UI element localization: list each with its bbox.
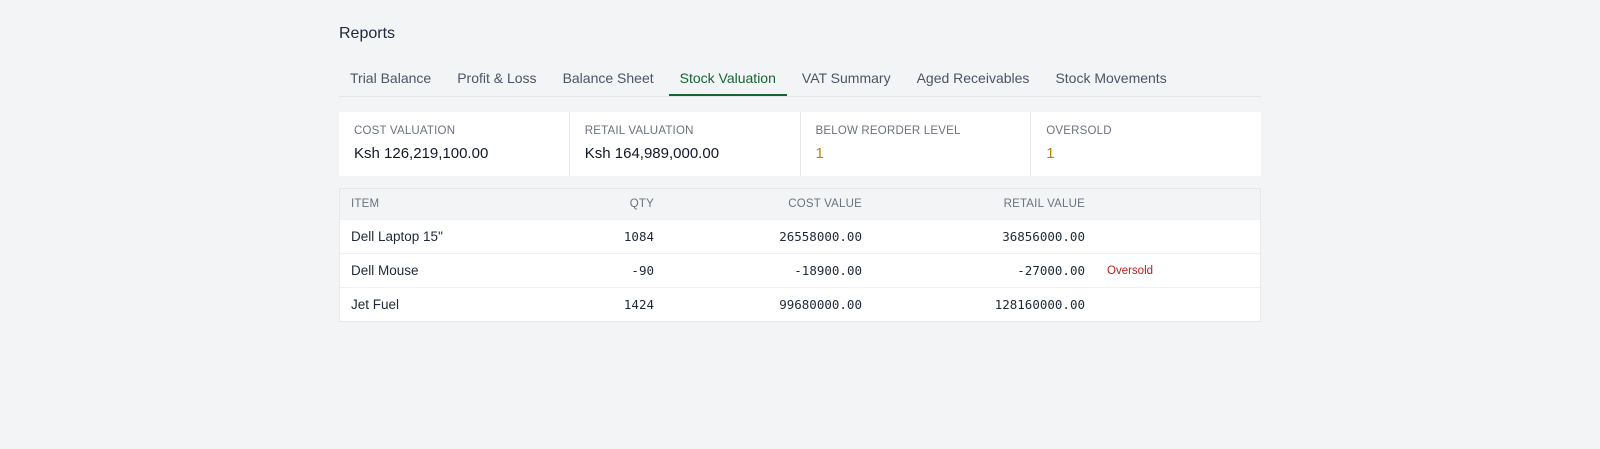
tab-vat-summary[interactable]: VAT Summary <box>791 60 902 96</box>
table-header-row: ITEM QTY COST VALUE RETAIL VALUE <box>340 189 1260 220</box>
tab-stock-movements[interactable]: Stock Movements <box>1044 60 1177 96</box>
report-tabs: Trial Balance Profit & Loss Balance Shee… <box>339 60 1261 97</box>
card-value: Ksh 164,989,000.00 <box>584 145 720 162</box>
cell-retail: 128160000.00 <box>873 287 1096 321</box>
retail-valuation-card: RETAIL VALUATION Ksh 164,989,000.00 <box>570 112 801 176</box>
status-badge <box>1096 219 1260 254</box>
card-label: OVERSOLD <box>1046 125 1112 137</box>
oversold-card: OVERSOLD 1 <box>1031 112 1261 176</box>
card-label: BELOW REORDER LEVEL <box>815 125 961 137</box>
col-header-status <box>1096 189 1260 220</box>
card-value: Ksh 126,219,100.00 <box>354 145 489 162</box>
tab-profit-loss[interactable]: Profit & Loss <box>446 60 547 96</box>
summary-cards: COST VALUATION Ksh 126,219,100.00 RETAIL… <box>339 112 1261 176</box>
col-header-cost: COST VALUE <box>665 189 873 220</box>
tab-trial-balance[interactable]: Trial Balance <box>339 60 442 96</box>
table-row[interactable]: Dell Mouse -90 -18900.00 -27000.00 Overs… <box>340 253 1260 288</box>
cell-item: Dell Mouse <box>340 253 565 288</box>
card-value: 1 <box>815 145 824 162</box>
card-label: RETAIL VALUATION <box>584 125 694 137</box>
cell-item: Jet Fuel <box>340 287 565 321</box>
status-badge: Oversold <box>1096 253 1260 288</box>
col-header-qty: QTY <box>565 189 665 220</box>
card-label: COST VALUATION <box>354 125 456 137</box>
card-value: 1 <box>1046 145 1055 162</box>
cell-cost: 26558000.00 <box>665 219 873 254</box>
col-header-retail: RETAIL VALUE <box>873 189 1096 220</box>
table-row[interactable]: Dell Laptop 15" 1084 26558000.00 3685600… <box>340 219 1260 254</box>
tab-aged-receivables[interactable]: Aged Receivables <box>906 60 1041 96</box>
cost-valuation-card: COST VALUATION Ksh 126,219,100.00 <box>339 112 570 176</box>
status-badge <box>1096 287 1260 321</box>
cell-retail: -27000.00 <box>873 253 1096 288</box>
page-title: Reports <box>339 25 396 42</box>
col-header-item: ITEM <box>340 189 565 220</box>
stock-table: ITEM QTY COST VALUE RETAIL VALUE Dell La… <box>339 188 1261 322</box>
tab-stock-valuation[interactable]: Stock Valuation <box>668 60 787 96</box>
cell-qty: 1084 <box>565 219 665 254</box>
below-reorder-card: BELOW REORDER LEVEL 1 <box>801 112 1032 176</box>
cell-cost: 99680000.00 <box>665 287 873 321</box>
cell-retail: 36856000.00 <box>873 219 1096 254</box>
cell-cost: -18900.00 <box>665 253 873 288</box>
cell-qty: -90 <box>565 253 665 288</box>
tab-balance-sheet[interactable]: Balance Sheet <box>552 60 665 96</box>
cell-qty: 1424 <box>565 287 665 321</box>
table-row[interactable]: Jet Fuel 1424 99680000.00 128160000.00 <box>340 287 1260 321</box>
cell-item: Dell Laptop 15" <box>340 219 565 254</box>
